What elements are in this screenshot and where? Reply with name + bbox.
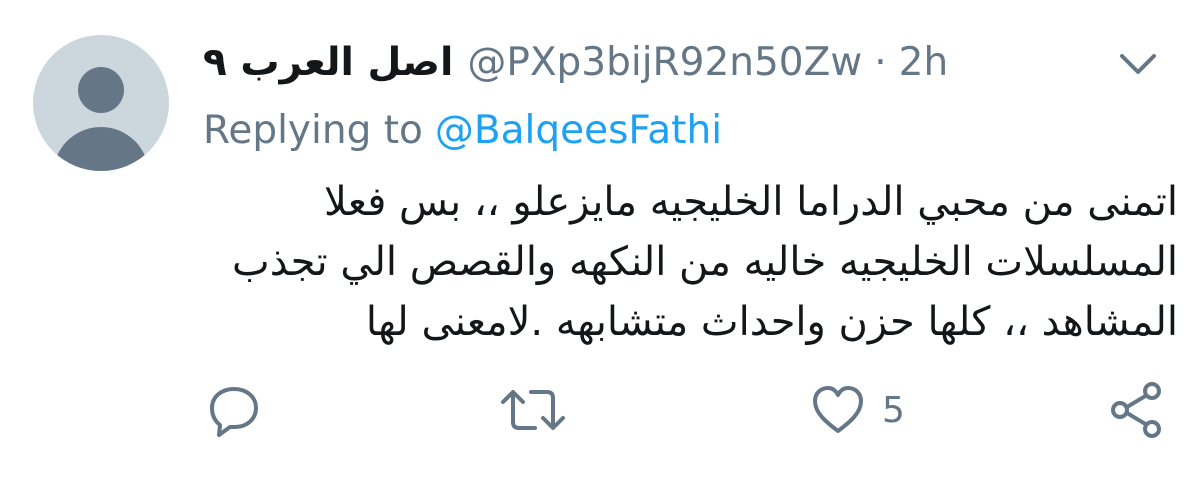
- like-button[interactable]: 5: [808, 378, 905, 442]
- share-icon[interactable]: [1106, 379, 1168, 441]
- retweet-button[interactable]: [497, 378, 569, 442]
- tweet-header: اصل العرب ٩ @PXp3bijR92n50Zw · 2h: [203, 36, 948, 88]
- reply-icon[interactable]: [204, 380, 264, 440]
- replying-mention-link[interactable]: @BalqeesFathi: [435, 108, 722, 153]
- share-button[interactable]: [1106, 378, 1168, 442]
- replying-label: Replying to: [203, 107, 423, 153]
- display-name[interactable]: اصل العرب ٩: [203, 40, 453, 85]
- tweet-text: اتمنى من محبي الدراما الخليجيه مايزعلو ،…: [232, 179, 1178, 345]
- replying-to: Replying to @BalqeesFathi: [203, 104, 722, 156]
- retweet-icon[interactable]: [497, 380, 569, 440]
- action-bar: 5: [0, 378, 1200, 442]
- avatar-shoulders: [53, 127, 149, 171]
- like-count: 5: [882, 389, 905, 431]
- user-handle[interactable]: @PXp3bijR92n50Zw: [467, 40, 862, 85]
- avatar[interactable]: [33, 35, 169, 171]
- avatar-head: [78, 67, 124, 113]
- separator-dot: ·: [874, 39, 887, 85]
- tweet[interactable]: اصل العرب ٩ @PXp3bijR92n50Zw · 2h Replyi…: [0, 0, 1200, 478]
- chevron-down-icon[interactable]: [1112, 42, 1164, 86]
- timestamp[interactable]: 2h: [899, 40, 949, 85]
- reply-button[interactable]: [204, 378, 264, 442]
- like-icon[interactable]: [808, 380, 868, 440]
